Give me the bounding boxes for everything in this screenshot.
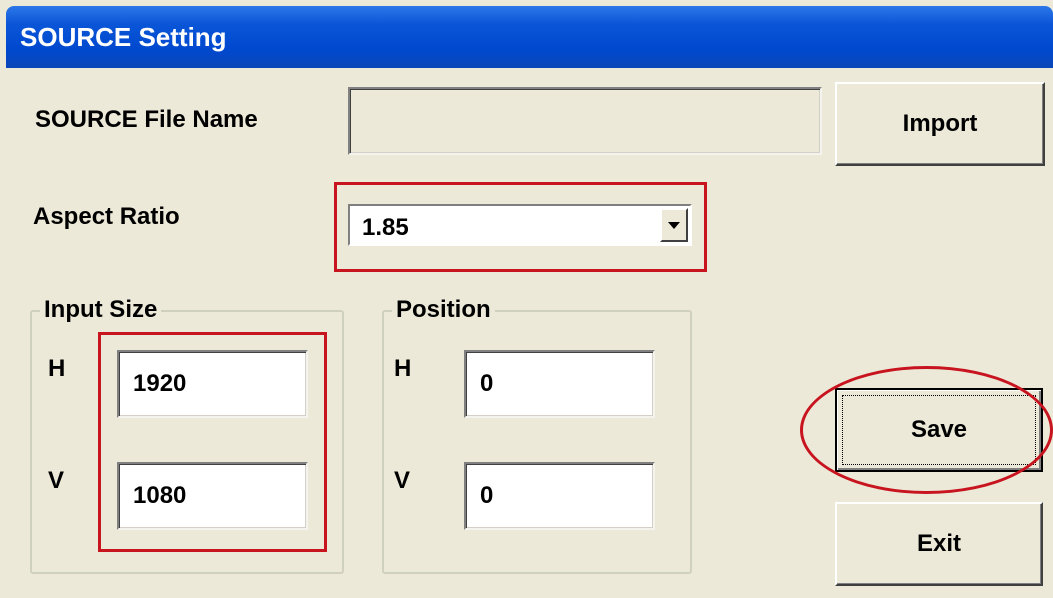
position-v-value: 0 <box>480 482 494 509</box>
position-v-label: V <box>394 467 411 494</box>
import-button[interactable]: Import <box>835 82 1045 166</box>
source-file-name-field[interactable] <box>348 87 822 155</box>
position-h-field[interactable]: 0 <box>464 350 655 418</box>
focus-rectangle <box>842 395 1036 465</box>
input-size-h-field[interactable]: 1920 <box>117 350 308 418</box>
title-bar[interactable]: SOURCE Setting <box>6 6 1053 68</box>
input-h-label: H <box>48 355 66 382</box>
input-v-value: 1080 <box>133 482 187 509</box>
source-file-name-label: SOURCE File Name <box>35 106 258 133</box>
position-h-label: H <box>394 355 412 382</box>
exit-button[interactable]: Exit <box>835 502 1043 586</box>
input-size-v-field[interactable]: 1080 <box>117 462 308 530</box>
input-v-label: V <box>48 467 65 494</box>
window-title: SOURCE Setting <box>20 22 227 52</box>
aspect-ratio-label: Aspect Ratio <box>33 203 180 230</box>
input-h-value: 1920 <box>133 370 187 397</box>
dropdown-arrow-button[interactable] <box>660 208 688 242</box>
position-v-field[interactable]: 0 <box>464 462 655 530</box>
position-legend: Position <box>392 296 495 324</box>
save-button[interactable]: Save <box>835 388 1043 472</box>
chevron-down-icon <box>668 221 680 229</box>
aspect-ratio-value: 1.85 <box>362 214 409 241</box>
position-h-value: 0 <box>480 370 494 397</box>
input-size-legend: Input Size <box>40 296 162 324</box>
aspect-ratio-dropdown[interactable]: 1.85 <box>348 204 692 246</box>
